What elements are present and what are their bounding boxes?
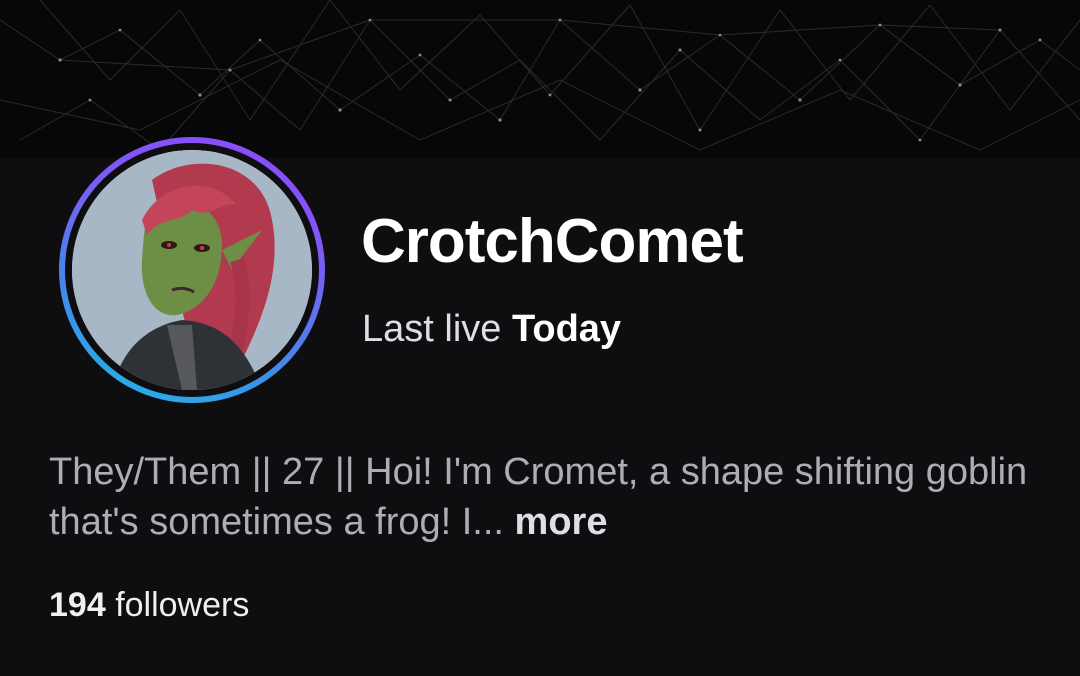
profile-banner <box>0 0 1080 158</box>
last-live-value: Today <box>511 308 622 350</box>
followers-number: 194 <box>49 586 106 624</box>
channel-name[interactable]: CrotchComet <box>361 206 744 278</box>
constellation-pattern <box>0 0 1080 151</box>
avatar-image <box>72 150 312 390</box>
avatar[interactable] <box>59 137 325 403</box>
follower-count: 194 followers <box>49 584 249 626</box>
followers-label: followers <box>115 586 250 624</box>
channel-bio: They/Them || 27 || Hoi! I'm Cromet, a sh… <box>49 447 1039 547</box>
avatar-frame <box>65 143 319 397</box>
bio-more-link[interactable]: more <box>515 501 608 543</box>
goblin-portrait-icon <box>72 150 312 390</box>
last-live-label: Last live <box>362 308 502 350</box>
last-live-status: Last live Today <box>362 306 621 352</box>
